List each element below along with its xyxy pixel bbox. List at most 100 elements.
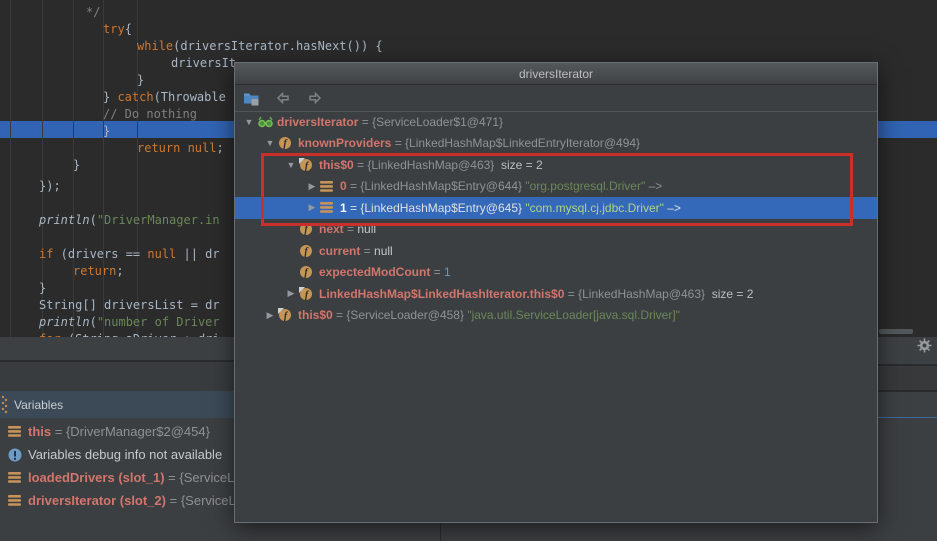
bars-icon bbox=[8, 495, 28, 506]
debug-panel-strip-left bbox=[0, 362, 234, 391]
text-segment: } bbox=[73, 158, 80, 172]
text-segment: } bbox=[103, 124, 110, 138]
text-segment: } bbox=[137, 73, 144, 87]
variable-row[interactable]: driversIterator (slot_2) = {ServiceLoad bbox=[0, 489, 234, 512]
settings-gear-button[interactable] bbox=[917, 338, 933, 354]
code-line: while(driversIterator.hasNext()) { bbox=[137, 38, 383, 55]
text-segment: println bbox=[39, 213, 90, 227]
text-segment: (Throwable bbox=[154, 90, 226, 104]
text-segment: = bbox=[347, 179, 361, 193]
expand-arrow-icon[interactable]: ▶ bbox=[283, 288, 299, 299]
text-segment: loadedDrivers (slot_1) bbox=[28, 470, 165, 485]
text-segment: ( bbox=[90, 315, 97, 329]
watches-header-strip bbox=[878, 392, 937, 417]
text-segment: {LinkedHashMap$LinkedEntryIterator@494} bbox=[405, 136, 640, 150]
text-segment: this bbox=[28, 424, 51, 439]
text-segment: = bbox=[333, 308, 347, 322]
tree-row[interactable]: fnext = null bbox=[235, 219, 877, 241]
navigate-forward-icon bbox=[307, 91, 327, 105]
code-line: } bbox=[103, 123, 110, 140]
collapse-arrow-icon[interactable]: ▼ bbox=[241, 117, 257, 127]
text-segment: return null bbox=[137, 141, 216, 155]
expand-arrow-icon[interactable]: ▶ bbox=[304, 181, 320, 192]
text-segment: "com.mysql.cj.jdbc.Driver" bbox=[525, 201, 664, 215]
popup-titlebar[interactable]: driversIterator bbox=[235, 63, 877, 85]
gear-icon bbox=[917, 340, 932, 357]
tree-row[interactable]: ▶ 0 = {LinkedHashMap$Entry@644} "org.post… bbox=[235, 176, 877, 198]
text-segment: size = 2 bbox=[494, 158, 542, 172]
text-segment: ( bbox=[90, 213, 97, 227]
debug-toolbar-strip-left bbox=[0, 337, 234, 360]
expand-arrow-icon[interactable]: ▶ bbox=[304, 202, 320, 213]
text-segment: try bbox=[103, 22, 125, 36]
tree-row[interactable]: ▼fknownProviders = {LinkedHashMap$Linked… bbox=[235, 133, 877, 155]
text-segment: {LinkedHashMap$Entry@644} bbox=[360, 179, 525, 193]
text-segment: if bbox=[39, 247, 53, 261]
text-segment: 0 bbox=[340, 179, 347, 193]
text-segment: "java.util.ServiceLoader[java.sql.Driver… bbox=[467, 308, 680, 322]
text-segment: {LinkedHashMap$Entry@645} bbox=[360, 201, 525, 215]
text-segment: */ bbox=[86, 5, 100, 19]
text-segment: –> bbox=[664, 201, 681, 215]
horizontal-scrollbar-thumb[interactable] bbox=[879, 329, 913, 334]
variables-list: this = {DriverManager$2@454}Variables de… bbox=[0, 420, 234, 512]
code-line: // Do nothing bbox=[103, 106, 197, 123]
text-segment: while bbox=[137, 39, 173, 53]
text-segment: "org.postgresql.Driver" bbox=[525, 179, 645, 193]
text-segment: = bbox=[564, 287, 578, 301]
text-segment: } bbox=[103, 90, 117, 104]
text-segment: ; bbox=[116, 264, 123, 278]
text-segment: 1 bbox=[340, 201, 347, 215]
tree-row[interactable]: ▼fthis$0 = {LinkedHashMap@463} size = 2 bbox=[235, 154, 877, 176]
code-line: driversIt bbox=[171, 55, 236, 72]
text-segment: = bbox=[391, 136, 405, 150]
code-line: if (drivers == null || dr bbox=[39, 246, 220, 263]
tree-row[interactable]: ▶fthis$0 = {ServiceLoader@458} "java.uti… bbox=[235, 305, 877, 327]
popup-toolbar bbox=[235, 85, 877, 112]
tree-row[interactable]: ▼driversIterator = {ServiceLoader$1@471} bbox=[235, 111, 877, 133]
tree-row[interactable]: ▶1 = {LinkedHashMap$Entry@645} "com.mysq… bbox=[235, 197, 877, 219]
text-segment: String[] driversList = dr bbox=[39, 298, 220, 312]
bars-icon bbox=[8, 426, 28, 437]
navigate-forward-button[interactable] bbox=[307, 88, 327, 108]
text-segment: current bbox=[319, 244, 360, 258]
text-segment: = bbox=[358, 115, 372, 129]
text-segment: this$0 bbox=[298, 308, 333, 322]
text-segment: driversIterator (slot_2) bbox=[28, 493, 166, 508]
tree-row[interactable]: fcurrent = null bbox=[235, 240, 877, 262]
tree-row[interactable]: fexpectedModCount = 1 bbox=[235, 262, 877, 284]
text-segment: null bbox=[147, 247, 176, 261]
panel-divider[interactable] bbox=[440, 523, 441, 541]
text-segment: {DriverManager$2@454} bbox=[66, 424, 210, 439]
text-segment: {LinkedHashMap@463} bbox=[578, 287, 705, 301]
indent-spacer bbox=[235, 250, 283, 251]
watch-icon bbox=[257, 115, 277, 129]
code-line: } bbox=[73, 157, 80, 174]
drag-grip-icon[interactable] bbox=[1, 394, 8, 416]
open-folder-button[interactable] bbox=[243, 88, 263, 108]
variable-tree: ▼driversIterator = {ServiceLoader$1@471}… bbox=[235, 111, 877, 326]
field-icon: f bbox=[299, 222, 319, 236]
ide-window: */try{while(driversIterator.hasNext()) {… bbox=[0, 0, 937, 541]
bars-icon bbox=[320, 202, 340, 213]
code-line: println("DriverManager.in bbox=[39, 212, 220, 229]
collapse-arrow-icon[interactable]: ▼ bbox=[262, 138, 278, 148]
text-segment: ; bbox=[216, 141, 223, 155]
text-segment: expectedModCount bbox=[319, 265, 430, 279]
text-segment: knownProviders bbox=[298, 136, 391, 150]
tree-row[interactable]: ▶fLinkedHashMap$LinkedHashIterator.this$… bbox=[235, 283, 877, 305]
text-segment: next bbox=[319, 222, 344, 236]
indent-spacer bbox=[235, 164, 283, 165]
code-line: } bbox=[39, 280, 46, 297]
variable-row[interactable]: loadedDrivers (slot_1) = {ServiceLoad bbox=[0, 466, 234, 489]
indent-spacer bbox=[235, 186, 304, 187]
expand-arrow-icon[interactable]: ▶ bbox=[262, 310, 278, 321]
navigate-back-button[interactable] bbox=[275, 88, 295, 108]
text-segment: {LinkedHashMap@463} bbox=[367, 158, 494, 172]
variable-row[interactable]: Variables debug info not available bbox=[0, 443, 234, 466]
variable-row[interactable]: this = {DriverManager$2@454} bbox=[0, 420, 234, 443]
text-segment: return bbox=[73, 264, 116, 278]
indent-spacer bbox=[235, 272, 283, 273]
collapse-arrow-icon[interactable]: ▼ bbox=[283, 160, 299, 170]
field-icon: f bbox=[278, 136, 298, 150]
